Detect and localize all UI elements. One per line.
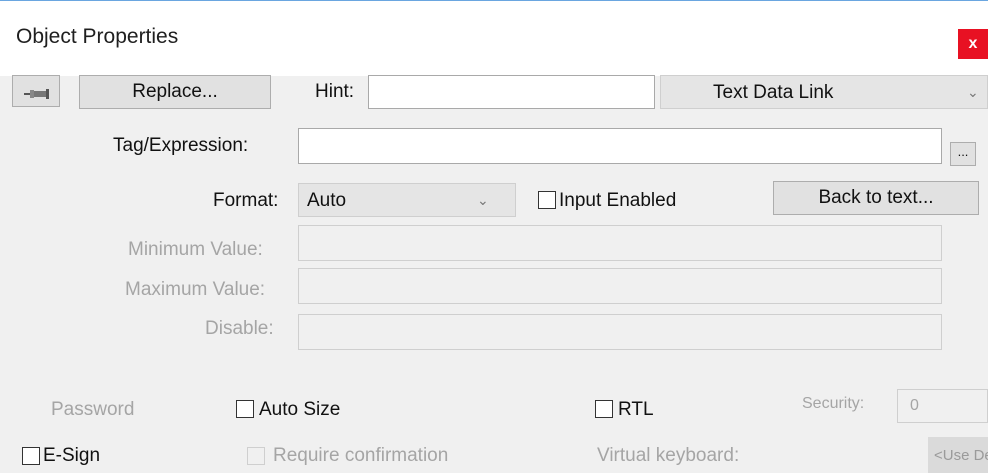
hint-input[interactable] <box>368 75 655 109</box>
disable-label: Disable: <box>205 318 274 339</box>
security-label: Security: <box>802 395 865 412</box>
security-input[interactable]: 0 <box>897 389 988 423</box>
chevron-down-icon: ⌄ <box>967 84 979 100</box>
password-label: Password <box>51 399 135 420</box>
link-type-select[interactable]: Text Data Link ⌄ <box>660 75 988 109</box>
maximum-value-input[interactable] <box>298 268 942 304</box>
back-to-text-button[interactable]: Back to text... <box>773 181 979 215</box>
browse-tag-button[interactable]: ... <box>950 142 976 166</box>
title-bar: Object Properties x <box>0 1 988 76</box>
hint-label: Hint: <box>315 81 355 102</box>
chevron-down-icon: ⌄ <box>477 192 489 208</box>
minimum-value-label: Minimum Value: <box>128 239 263 260</box>
disable-input[interactable] <box>298 314 942 350</box>
e-sign-checkbox[interactable] <box>22 447 40 465</box>
require-confirmation-checkbox[interactable] <box>247 447 265 465</box>
virtual-keyboard-select[interactable]: <Use Default> <box>928 437 988 473</box>
e-sign-label: E-Sign <box>43 445 101 466</box>
close-button[interactable]: x <box>958 29 988 59</box>
format-value: Auto <box>307 190 347 211</box>
maximum-value-label: Maximum Value: <box>125 279 266 300</box>
replace-button[interactable]: Replace... <box>79 75 271 109</box>
require-confirmation-label: Require confirmation <box>273 445 449 466</box>
input-enabled-checkbox[interactable] <box>538 191 556 209</box>
format-select[interactable]: Auto ⌄ <box>298 183 516 217</box>
virtual-keyboard-value: <Use Default> <box>934 447 988 464</box>
rtl-checkbox[interactable] <box>595 400 613 418</box>
pushpin-icon <box>24 85 50 107</box>
auto-size-label: Auto Size <box>259 399 341 420</box>
link-type-value: Text Data Link <box>713 82 834 103</box>
format-label: Format: <box>213 190 279 211</box>
minimum-value-input[interactable] <box>298 225 942 261</box>
virtual-keyboard-label: Virtual keyboard: <box>597 445 740 466</box>
pin-button[interactable] <box>12 75 60 107</box>
tag-expression-input[interactable] <box>298 128 942 164</box>
auto-size-checkbox[interactable] <box>236 400 254 418</box>
object-properties-window: Object Properties x Replace... Hint: Tex… <box>0 0 988 473</box>
input-enabled-label: Input Enabled <box>559 190 677 211</box>
security-value: 0 <box>910 397 919 414</box>
rtl-label: RTL <box>618 399 654 420</box>
window-title: Object Properties <box>16 25 179 48</box>
tag-expression-label: Tag/Expression: <box>113 135 249 156</box>
